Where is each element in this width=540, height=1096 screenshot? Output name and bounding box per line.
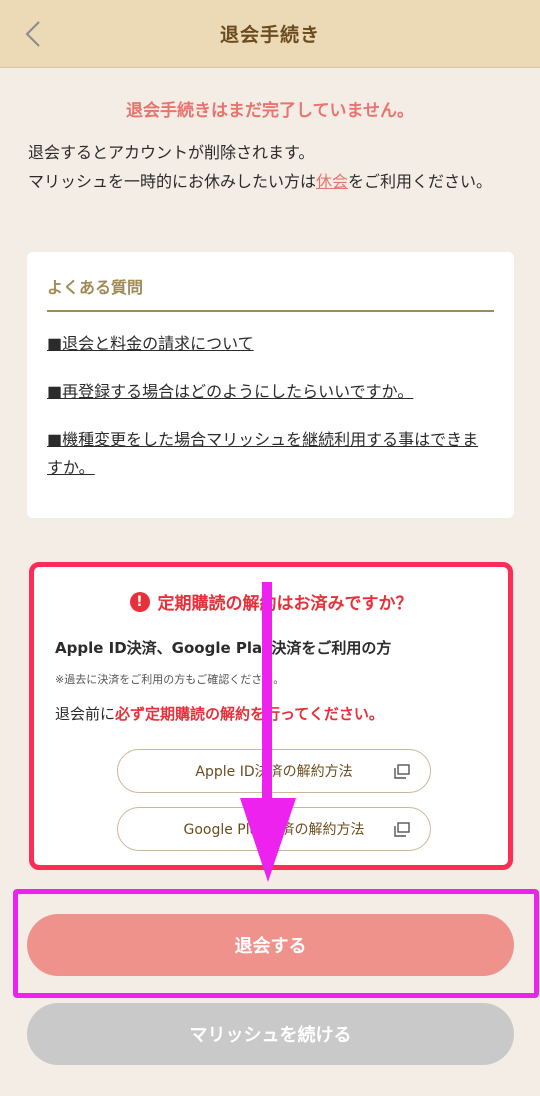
faq-link-device-change[interactable]: ■機種変更をした場合マリッシュを継続利用する事はできますか。 <box>47 426 494 482</box>
subscription-note: ※過去に決済をご利用の方もご確認ください。 <box>55 673 285 686</box>
intro-text: 退会するとアカウントが削除されます。 マリッシュを一時的にお休みしたい方は休会を… <box>28 138 518 196</box>
intro-line-2-tail: をご利用ください。 <box>348 172 493 191</box>
pause-link[interactable]: 休会 <box>316 172 348 191</box>
exclamation-icon: ! <box>129 591 150 612</box>
app-header: 退会手続き <box>0 0 540 68</box>
subscription-title: 定期購読の解約はお済みですか？ <box>157 594 413 614</box>
back-button[interactable] <box>18 17 48 51</box>
faq-link-billing[interactable]: ■退会と料金の請求について <box>47 330 494 358</box>
intro-line-2: マリッシュを一時的にお休みしたい方は休会をご利用ください。 <box>28 167 518 196</box>
continue-button[interactable]: マリッシュを続ける <box>27 1003 514 1065</box>
subscription-notice-box: ! 定期購読の解約はお済みですか？ Apple ID決済、Google Play… <box>29 562 513 870</box>
instruction-text: 退会前に <box>55 705 116 723</box>
external-window-icon <box>394 764 410 779</box>
faq-link-reregister[interactable]: ■再登録する場合はどのようにしたらいいですか。 <box>47 378 494 406</box>
chevron-left-icon <box>25 21 40 47</box>
google-cancel-guide-button[interactable]: Google Play決済の解約方法 <box>117 807 431 851</box>
withdraw-button[interactable]: 退会する <box>27 914 514 976</box>
apple-cancel-guide-label: Apple ID決済の解約方法 <box>195 764 353 780</box>
incomplete-warning: 退会手続きはまだ完了していません。 <box>126 101 414 121</box>
subscription-heading: Apple ID決済、Google Play決済をご利用の方 <box>55 639 392 657</box>
faq-title: よくある質問 <box>47 274 494 312</box>
subscription-title-row: ! 定期購読の解約はお済みですか？ <box>34 589 508 614</box>
external-window-icon <box>394 822 410 837</box>
apple-cancel-guide-button[interactable]: Apple ID決済の解約方法 <box>117 749 431 793</box>
instruction-highlight: 必ず定期購読の解約を行ってください。 <box>115 705 384 723</box>
google-cancel-guide-label: Google Play決済の解約方法 <box>183 822 365 838</box>
intro-line-1: 退会するとアカウントが削除されます。 <box>28 143 315 162</box>
subscription-instruction: 退会前に必ず定期購読の解約を行ってください。 <box>55 703 384 724</box>
page-title: 退会手続き <box>219 24 320 46</box>
intro-line-2-text: マリッシュを一時的にお休みしたい方は <box>28 172 317 191</box>
faq-card: よくある質問 ■退会と料金の請求について ■再登録する場合はどのようにしたらいい… <box>27 252 514 518</box>
